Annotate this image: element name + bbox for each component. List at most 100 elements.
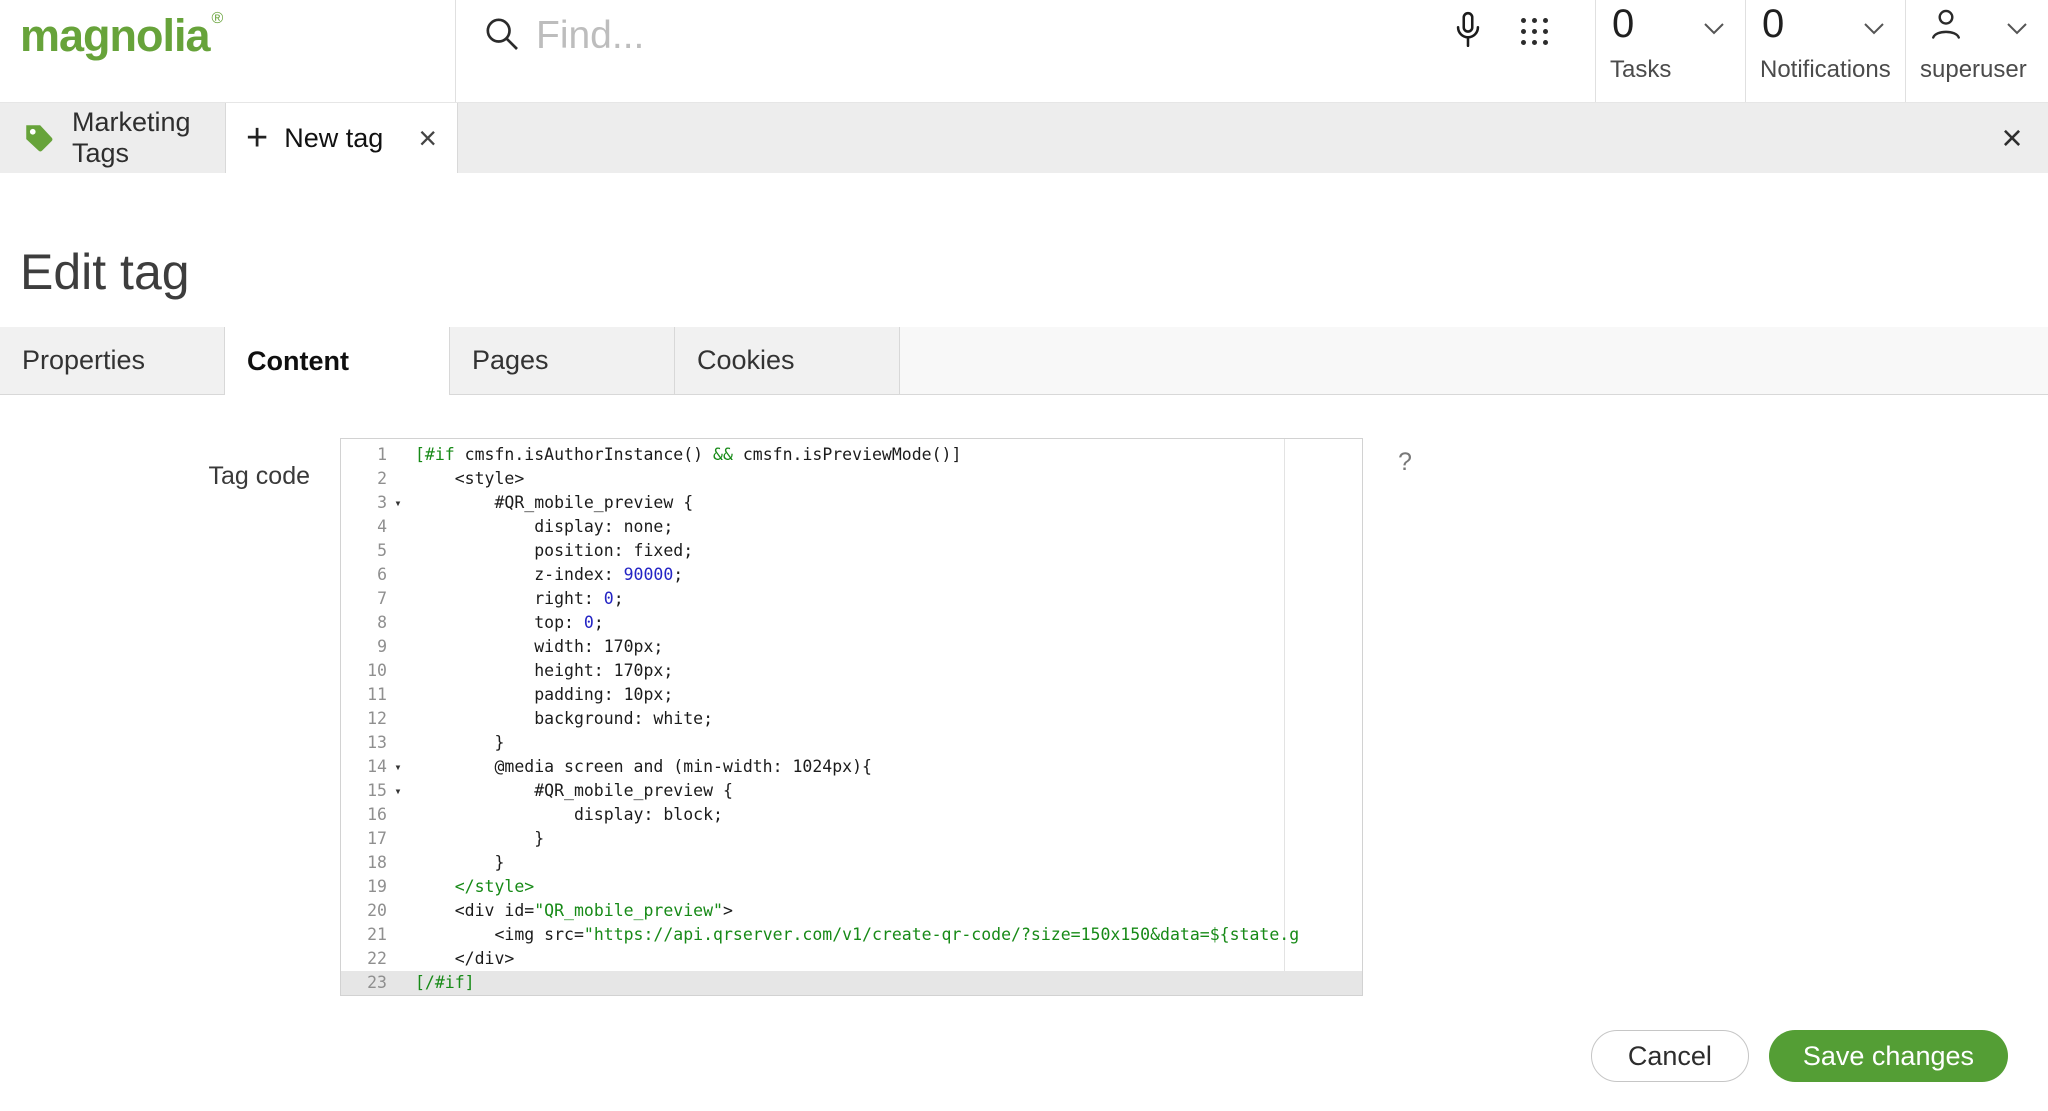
fold-toggle-icon[interactable]: ▾ bbox=[387, 755, 409, 779]
chevron-down-icon bbox=[1703, 22, 1725, 35]
tab-properties[interactable]: Properties bbox=[0, 327, 225, 395]
fold-toggle-icon bbox=[387, 971, 409, 995]
fold-toggle-icon bbox=[387, 539, 409, 563]
dialog-tabs: Properties Content Pages Cookies bbox=[0, 327, 2048, 395]
code-line[interactable]: 14 ▾ @media screen and (min-width: 1024p… bbox=[341, 755, 1362, 779]
close-app-icon[interactable]: × bbox=[1976, 103, 2048, 173]
line-number: 5 bbox=[377, 541, 387, 560]
tasks-label: Tasks bbox=[1610, 56, 1672, 83]
search-icon bbox=[482, 14, 522, 54]
code-text: } bbox=[415, 853, 505, 872]
line-number: 3 bbox=[377, 493, 387, 512]
code-line[interactable]: 12 background: white; bbox=[341, 707, 1362, 731]
fold-toggle-icon bbox=[387, 659, 409, 683]
fold-toggle-icon bbox=[387, 851, 409, 875]
search-input[interactable] bbox=[534, 0, 1383, 72]
line-number: 14 bbox=[367, 757, 387, 776]
line-number: 17 bbox=[367, 829, 387, 848]
code-line[interactable]: 13 } bbox=[341, 731, 1362, 755]
global-search bbox=[455, 0, 1596, 102]
fold-toggle-icon[interactable]: ▾ bbox=[387, 779, 409, 803]
line-number: 15 bbox=[367, 781, 387, 800]
code-text: <style> bbox=[415, 469, 525, 488]
code-text: padding: 10px; bbox=[415, 685, 674, 704]
code-line[interactable]: 4 display: none; bbox=[341, 515, 1362, 539]
cancel-button[interactable]: Cancel bbox=[1590, 1030, 1749, 1082]
line-number: 11 bbox=[367, 685, 387, 704]
notifications-dropdown[interactable]: 0 Notifications bbox=[1746, 0, 1906, 102]
code-line[interactable]: 20 <div id="QR_mobile_preview"> bbox=[341, 899, 1362, 923]
code-line[interactable]: 11 padding: 10px; bbox=[341, 683, 1362, 707]
line-number: 23 bbox=[367, 973, 387, 992]
code-line[interactable]: 21 <img src="https://api.qrserver.com/v1… bbox=[341, 923, 1362, 947]
dialog-tabs-filler bbox=[900, 327, 2048, 395]
dialog-footer: Cancel Save changes bbox=[1590, 1030, 2008, 1082]
tab-pages[interactable]: Pages bbox=[450, 327, 675, 395]
tab-content[interactable]: Content bbox=[225, 327, 450, 395]
code-line[interactable]: 10 height: 170px; bbox=[341, 659, 1362, 683]
code-text: background: white; bbox=[415, 709, 714, 728]
code-text: top: 0; bbox=[415, 613, 604, 632]
close-tab-icon[interactable]: × bbox=[418, 120, 437, 157]
code-line[interactable]: 8 top: 0; bbox=[341, 611, 1362, 635]
code-line[interactable]: 18 } bbox=[341, 851, 1362, 875]
code-text: right: 0; bbox=[415, 589, 624, 608]
plus-icon: + bbox=[246, 117, 269, 159]
fold-toggle-icon bbox=[387, 731, 409, 755]
tab-new-tag[interactable]: + New tag × bbox=[226, 103, 458, 173]
code-line[interactable]: 17 } bbox=[341, 827, 1362, 851]
app-launcher-icon[interactable] bbox=[1521, 18, 1549, 46]
code-line[interactable]: 3 ▾ #QR_mobile_preview { bbox=[341, 491, 1362, 515]
microphone-icon[interactable] bbox=[1451, 10, 1485, 56]
code-line[interactable]: 6 z-index: 90000; bbox=[341, 563, 1362, 587]
code-text: } bbox=[415, 733, 505, 752]
line-number: 13 bbox=[367, 733, 387, 752]
fold-toggle-icon bbox=[387, 923, 409, 947]
tasks-count: 0 bbox=[1612, 2, 1635, 46]
code-text: [#if cmsfn.isAuthorInstance() && cmsfn.i… bbox=[415, 445, 962, 464]
code-editor[interactable]: 1 [#if cmsfn.isAuthorInstance() && cmsfn… bbox=[340, 438, 1363, 996]
line-number: 18 bbox=[367, 853, 387, 872]
save-changes-button[interactable]: Save changes bbox=[1768, 1030, 2008, 1082]
code-line[interactable]: 19 </style> bbox=[341, 875, 1362, 899]
fold-toggle-icon bbox=[387, 467, 409, 491]
user-menu[interactable]: superuser bbox=[1906, 0, 2048, 102]
magnolia-logo: magnolia ® bbox=[20, 10, 223, 62]
code-line[interactable]: 2 <style> bbox=[341, 467, 1362, 491]
code-text: @media screen and (min-width: 1024px){ bbox=[415, 757, 872, 776]
fold-toggle-icon bbox=[387, 683, 409, 707]
fold-toggle-icon bbox=[387, 635, 409, 659]
fold-toggle-icon bbox=[387, 563, 409, 587]
code-text: [/#if] bbox=[415, 973, 475, 992]
notifications-count: 0 bbox=[1762, 2, 1785, 46]
code-line[interactable]: 16 display: block; bbox=[341, 803, 1362, 827]
code-line[interactable]: 5 position: fixed; bbox=[341, 539, 1362, 563]
line-number: 4 bbox=[377, 517, 387, 536]
line-number: 22 bbox=[367, 949, 387, 968]
app-tabbar: Marketing Tags + New tag × × bbox=[0, 103, 2048, 173]
code-line[interactable]: 23 [/#if] bbox=[341, 971, 1362, 995]
tab-marketing-tags[interactable]: Marketing Tags bbox=[0, 103, 226, 173]
fold-toggle-icon bbox=[387, 947, 409, 971]
line-number: 20 bbox=[367, 901, 387, 920]
code-text: z-index: 90000; bbox=[415, 565, 684, 584]
fold-toggle-icon bbox=[387, 875, 409, 899]
username-label: superuser bbox=[1920, 56, 2027, 83]
tabbar-filler bbox=[458, 103, 1976, 173]
help-icon[interactable]: ? bbox=[1398, 448, 1412, 477]
code-line[interactable]: 7 right: 0; bbox=[341, 587, 1362, 611]
fold-toggle-icon[interactable]: ▾ bbox=[387, 491, 409, 515]
tasks-dropdown[interactable]: 0 Tasks bbox=[1596, 0, 1746, 102]
tab-cookies[interactable]: Cookies bbox=[675, 327, 900, 395]
code-line[interactable]: 1 [#if cmsfn.isAuthorInstance() && cmsfn… bbox=[341, 443, 1362, 467]
code-text: height: 170px; bbox=[415, 661, 674, 680]
line-number: 8 bbox=[377, 613, 387, 632]
line-number: 1 bbox=[377, 445, 387, 464]
line-number: 21 bbox=[367, 925, 387, 944]
code-line[interactable]: 22 </div> bbox=[341, 947, 1362, 971]
code-line[interactable]: 15 ▾ #QR_mobile_preview { bbox=[341, 779, 1362, 803]
code-line[interactable]: 9 width: 170px; bbox=[341, 635, 1362, 659]
code-text: width: 170px; bbox=[415, 637, 664, 656]
fold-toggle-icon bbox=[387, 803, 409, 827]
code-text: #QR_mobile_preview { bbox=[415, 781, 733, 800]
